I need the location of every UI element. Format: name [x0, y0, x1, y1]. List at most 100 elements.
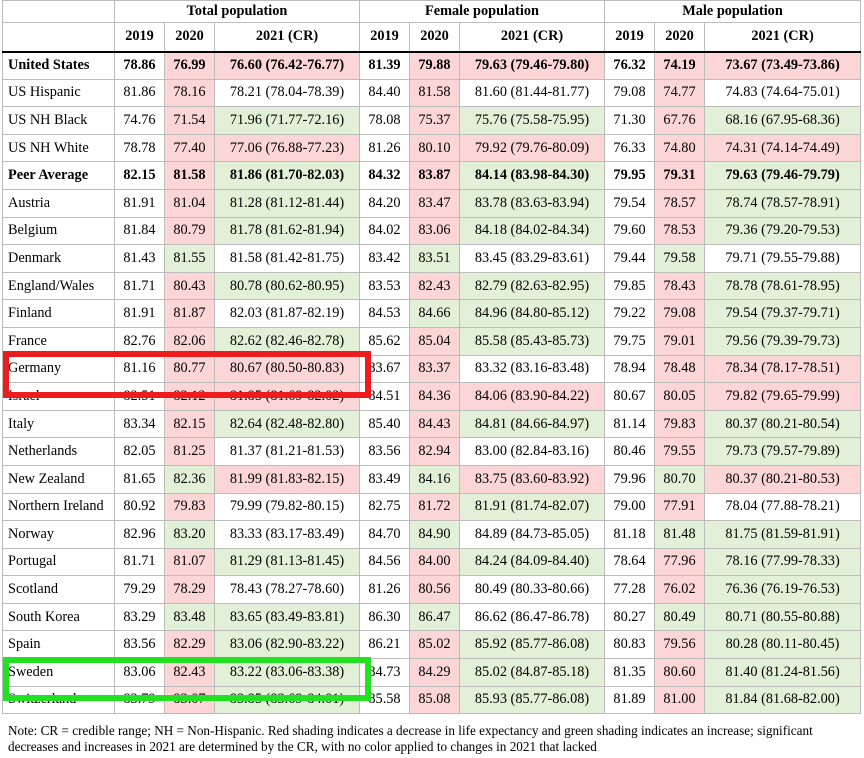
estimate-cell: 81.75 (81.59-81.91)	[704, 520, 862, 549]
value-cell: 81.26	[359, 133, 410, 163]
row-label: Austria	[2, 188, 115, 218]
year-header: 2019	[359, 22, 410, 53]
row-label: New Zealand	[2, 464, 115, 494]
value-cell: 79.96	[604, 464, 656, 494]
estimate-cell: 78.21 (78.04-78.39)	[214, 78, 360, 108]
row-label: Italy	[2, 409, 115, 439]
estimate-cell: 79.36 (79.20-79.53)	[704, 216, 862, 246]
estimate-cell: 82.79 (82.63-82.95)	[458, 271, 606, 301]
row-label: Israel	[2, 382, 115, 411]
estimate-cell: 79.71 (79.55-79.88)	[704, 244, 862, 273]
row-label: Scotland	[2, 575, 115, 604]
value-cell: 79.85	[604, 271, 656, 301]
value-cell: 83.53	[359, 271, 410, 301]
row-label: Spain	[2, 630, 115, 660]
row-label: Norway	[2, 520, 115, 549]
year-header: 2021 (CR)	[704, 22, 862, 53]
value-cell: 78.08	[359, 106, 410, 135]
life-expectancy-table: Total population Female population Male …	[2, 0, 862, 715]
value-cell: 85.40	[359, 409, 410, 439]
value-cell: 78.48	[654, 354, 706, 384]
value-cell: 79.22	[604, 299, 656, 328]
estimate-cell: 74.83 (74.64-75.01)	[704, 78, 862, 108]
value-cell: 80.46	[604, 437, 656, 466]
value-cell: 83.48	[164, 602, 215, 632]
estimate-cell: 75.76 (75.58-75.95)	[458, 106, 606, 135]
value-cell: 85.08	[409, 685, 460, 715]
row-label: US Hispanic	[2, 78, 115, 108]
value-cell: 84.00	[409, 547, 460, 577]
value-cell: 83.67	[359, 354, 410, 384]
value-cell: 84.36	[409, 382, 460, 411]
table-row: South Korea 83.29 83.48 83.65 (83.49-83.81)…	[2, 602, 862, 632]
value-cell: 83.07	[164, 685, 215, 715]
value-cell: 81.14	[604, 409, 656, 439]
value-cell: 80.43	[164, 271, 215, 301]
value-cell: 81.89	[604, 685, 656, 715]
value-cell: 81.43	[114, 244, 165, 273]
value-cell: 82.96	[114, 520, 165, 549]
estimate-cell: 79.82 (79.65-79.99)	[704, 382, 862, 411]
year-header: 2020	[654, 22, 706, 53]
value-cell: 80.83	[604, 630, 656, 660]
estimate-cell: 84.96 (84.80-85.12)	[458, 299, 606, 328]
estimate-cell: 74.31 (74.14-74.49)	[704, 133, 862, 163]
value-cell: 78.53	[654, 216, 706, 246]
value-cell: 78.57	[654, 188, 706, 218]
value-cell: 83.56	[359, 437, 410, 466]
value-cell: 81.91	[114, 188, 165, 218]
value-cell: 80.56	[409, 575, 460, 604]
value-cell: 82.51	[114, 382, 165, 411]
value-cell: 84.43	[409, 409, 460, 439]
value-cell: 80.67	[604, 382, 656, 411]
value-cell: 71.54	[164, 106, 215, 135]
estimate-cell: 81.86 (81.70-82.03)	[214, 161, 360, 190]
value-cell: 79.83	[164, 492, 215, 522]
estimate-cell: 81.29 (81.13-81.45)	[214, 547, 360, 577]
estimate-cell: 76.60 (76.42-76.77)	[214, 51, 360, 80]
value-cell: 80.79	[164, 216, 215, 246]
value-cell: 82.94	[409, 437, 460, 466]
value-cell: 83.87	[409, 161, 460, 190]
estimate-cell: 83.22 (83.06-83.38)	[214, 658, 360, 687]
value-cell: 82.15	[114, 161, 165, 190]
row-label: Portugal	[2, 547, 115, 577]
estimate-cell: 82.03 (81.87-82.19)	[214, 299, 360, 328]
table-body: United States 78.86 76.99 76.60 (76.42-76.7…	[2, 51, 862, 715]
table-row: Northern Ireland 80.92 79.83 79.99 (79.82-8…	[2, 492, 862, 522]
value-cell: 83.79	[114, 685, 165, 715]
value-cell: 81.04	[164, 188, 215, 218]
table-row: Sweden 83.06 82.43 83.22 (83.06-83.38) 84.73…	[2, 658, 862, 687]
group-header-row: Total population Female population Male …	[2, 0, 862, 23]
estimate-cell: 79.54 (79.37-79.71)	[704, 299, 862, 328]
estimate-cell: 79.99 (79.82-80.15)	[214, 492, 360, 522]
row-label: Finland	[2, 299, 115, 328]
value-cell: 84.66	[409, 299, 460, 328]
year-header: 2021 (CR)	[214, 22, 360, 53]
estimate-cell: 81.58 (81.42-81.75)	[214, 244, 360, 273]
table-note: Note: CR = credible range; NH = Non-Hisp…	[8, 723, 813, 754]
value-cell: 79.44	[604, 244, 656, 273]
estimate-cell: 83.33 (83.17-83.49)	[214, 520, 360, 549]
estimate-cell: 76.36 (76.19-76.53)	[704, 575, 862, 604]
row-label: Northern Ireland	[2, 492, 115, 522]
row-label: Denmark	[2, 244, 115, 273]
row-label: Belgium	[2, 216, 115, 246]
year-header: 2020	[164, 22, 215, 53]
estimate-cell: 81.84 (81.68-82.00)	[704, 685, 862, 715]
value-cell: 79.95	[604, 161, 656, 190]
value-cell: 86.30	[359, 602, 410, 632]
value-cell: 82.75	[359, 492, 410, 522]
table-row: Italy 83.34 82.15 82.64 (82.48-82.80) 85.40 8…	[2, 409, 862, 439]
row-label: Germany	[2, 354, 115, 384]
value-cell: 81.26	[359, 575, 410, 604]
value-cell: 83.20	[164, 520, 215, 549]
value-cell: 83.29	[114, 602, 165, 632]
estimate-cell: 81.99 (81.83-82.15)	[214, 464, 360, 494]
value-cell: 82.43	[409, 271, 460, 301]
estimate-cell: 68.16 (67.95-68.36)	[704, 106, 862, 135]
estimate-cell: 81.37 (81.21-81.53)	[214, 437, 360, 466]
estimate-cell: 81.40 (81.24-81.56)	[704, 658, 862, 687]
value-cell: 83.06	[409, 216, 460, 246]
estimate-cell: 85.58 (85.43-85.73)	[458, 326, 606, 356]
